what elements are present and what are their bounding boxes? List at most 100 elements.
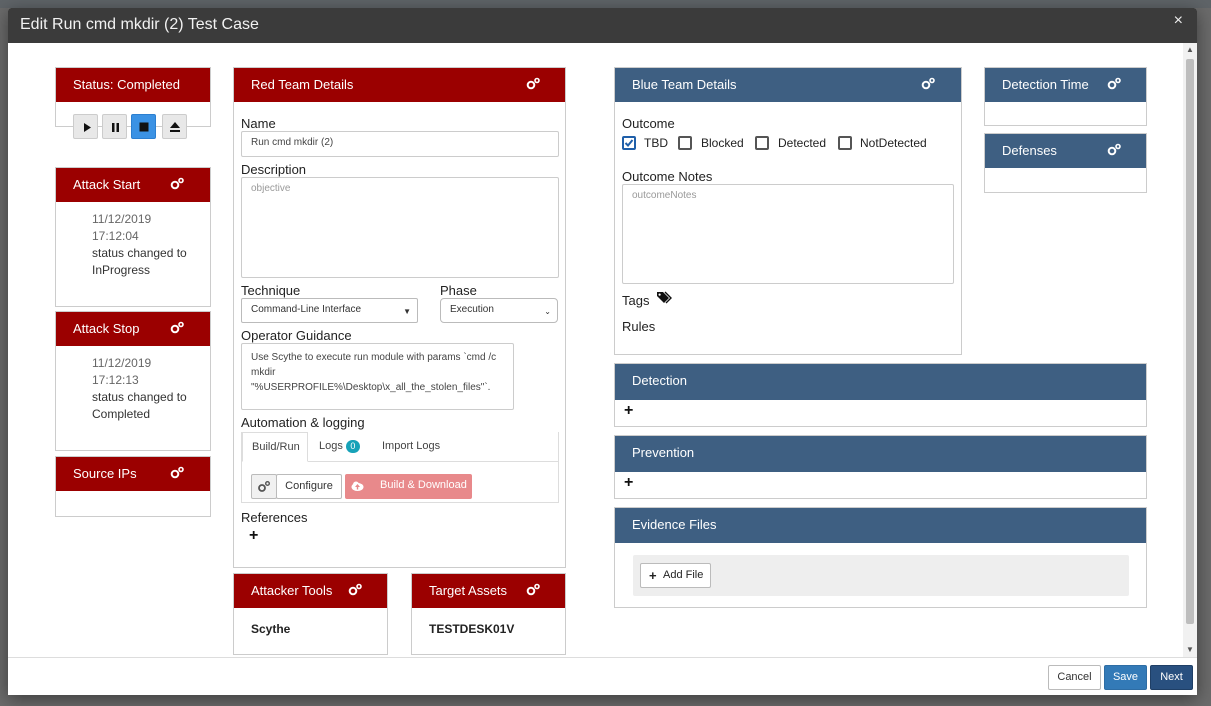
eject-icon xyxy=(170,122,180,132)
gears-icon[interactable] xyxy=(1106,142,1122,158)
phase-value: Execution xyxy=(450,304,494,315)
configure-button[interactable]: Configure xyxy=(276,474,342,499)
close-icon[interactable]: × xyxy=(1174,12,1183,30)
target-asset-value: TESTDESK01V xyxy=(429,622,515,636)
source-ips-panel: Source IPs xyxy=(55,456,211,517)
outcome-notes-label: Outcome Notes xyxy=(622,169,713,184)
defenses-panel: Defenses xyxy=(984,133,1147,193)
detection-title: Detection xyxy=(632,373,687,388)
check-icon xyxy=(624,139,634,147)
pause-button[interactable] xyxy=(102,114,127,139)
prevention-panel: Prevention + xyxy=(614,435,1147,499)
source-ips-header: Source IPs xyxy=(56,457,210,491)
modal-scrollbar[interactable]: ▲ ▼ xyxy=(1183,43,1197,657)
outcome-notdetected-checkbox[interactable] xyxy=(838,136,852,150)
configure-gears-button[interactable] xyxy=(251,474,277,499)
gears-icon[interactable] xyxy=(525,76,541,92)
attack-stop-time: 17:12:13 xyxy=(92,373,139,387)
defenses-title: Defenses xyxy=(1002,143,1057,158)
build-download-label: Build & Download xyxy=(380,479,467,491)
attack-start-date: 11/12/2019 xyxy=(92,212,152,226)
modal-header: Edit Run cmd mkdir (2) Test Case × xyxy=(8,8,1197,43)
build-download-button[interactable]: Build & Download xyxy=(345,474,472,499)
detection-time-title: Detection Time xyxy=(1002,77,1089,92)
add-detection-plus-icon[interactable]: + xyxy=(624,402,633,420)
tab-divider xyxy=(308,461,558,462)
attacker-tools-header: Attacker Tools xyxy=(234,574,387,608)
detection-header: Detection xyxy=(615,364,1146,400)
target-assets-title: Target Assets xyxy=(429,583,508,598)
eject-button[interactable] xyxy=(162,114,187,139)
guidance-label: Operator Guidance xyxy=(241,328,352,343)
outcome-notes-placeholder: outcomeNotes xyxy=(632,190,697,201)
status-header: Status: Completed xyxy=(56,68,210,102)
outcome-notes-textarea[interactable]: outcomeNotes xyxy=(622,184,954,284)
attacker-tools-title: Attacker Tools xyxy=(251,583,333,598)
attack-stop-text: status changed to Completed xyxy=(92,390,187,421)
outcome-label: Outcome xyxy=(622,116,675,131)
play-icon xyxy=(84,123,91,132)
description-textarea[interactable]: objective xyxy=(241,177,559,278)
attack-start-entry: 11/12/2019 17:12:04 status changed to In… xyxy=(92,211,202,279)
gears-icon[interactable] xyxy=(169,176,185,192)
outcome-detected-label: Detected xyxy=(778,136,827,150)
defenses-header: Defenses xyxy=(985,134,1146,168)
add-file-label: Add File xyxy=(663,569,704,581)
blue-team-header: Blue Team Details xyxy=(615,68,961,102)
add-prevention-plus-icon[interactable]: + xyxy=(624,474,633,492)
scroll-up-arrow-icon[interactable]: ▲ xyxy=(1183,43,1197,57)
guidance-textarea[interactable]: Use Scythe to execute run module with pa… xyxy=(241,343,514,410)
modal-title: Edit Run cmd mkdir (2) Test Case xyxy=(20,16,259,33)
play-button[interactable] xyxy=(73,114,98,139)
plus-icon: + xyxy=(649,568,657,583)
description-placeholder: objective xyxy=(251,183,291,194)
add-reference-plus-icon[interactable]: + xyxy=(249,527,258,545)
gears-icon[interactable] xyxy=(169,320,185,336)
scroll-down-arrow-icon[interactable]: ▼ xyxy=(1183,643,1197,657)
technique-value: Command-Line Interface xyxy=(251,304,362,315)
gears-icon[interactable] xyxy=(169,465,185,481)
attack-start-header: Attack Start xyxy=(56,168,210,202)
name-label: Name xyxy=(241,116,276,131)
attack-stop-header: Attack Stop xyxy=(56,312,210,346)
outcome-tbd-checkbox[interactable] xyxy=(622,136,636,150)
chevron-down-icon: ⌄ xyxy=(544,307,551,316)
red-team-title: Red Team Details xyxy=(251,77,354,92)
evidence-dropzone[interactable]: + Add File xyxy=(633,555,1129,596)
next-button[interactable]: Next xyxy=(1150,665,1193,690)
logs-count-badge: 0 xyxy=(345,440,360,453)
phase-select[interactable]: Execution ⌄ xyxy=(440,298,558,323)
stop-icon xyxy=(139,122,149,132)
evidence-header: Evidence Files xyxy=(615,508,1146,543)
gears-icon[interactable] xyxy=(347,582,363,598)
technique-label: Technique xyxy=(241,283,301,298)
cancel-button[interactable]: Cancel xyxy=(1048,665,1101,690)
attacker-tools-panel: Attacker Tools Scythe xyxy=(233,573,388,655)
evidence-title: Evidence Files xyxy=(632,517,717,532)
gears-icon[interactable] xyxy=(525,582,541,598)
scroll-thumb[interactable] xyxy=(1186,59,1194,624)
save-button[interactable]: Save xyxy=(1104,665,1147,690)
name-input[interactable]: Run cmd mkdir (2) xyxy=(241,131,559,157)
red-team-panel: Red Team Details Name Run cmd mkdir (2) … xyxy=(233,67,566,568)
stop-button[interactable] xyxy=(131,114,156,139)
gears-icon[interactable] xyxy=(920,76,936,92)
outcome-detected-checkbox[interactable] xyxy=(755,136,769,150)
rules-label: Rules xyxy=(622,319,656,334)
references-label: References xyxy=(241,510,308,525)
tab-build-run-label: Build/Run xyxy=(252,441,300,453)
technique-select[interactable]: Command-Line Interface ▼ xyxy=(241,298,418,323)
outcome-tbd-label: TBD xyxy=(644,136,668,150)
detection-panel: Detection + xyxy=(614,363,1147,427)
tab-logs[interactable]: Logs 0 xyxy=(319,440,360,453)
add-file-button[interactable]: + Add File xyxy=(640,563,711,588)
evidence-files-panel: Evidence Files + Add File xyxy=(614,507,1147,608)
tags-icon[interactable] xyxy=(656,291,672,305)
gears-icon[interactable] xyxy=(1106,76,1122,92)
outcome-blocked-checkbox[interactable] xyxy=(678,136,692,150)
tab-import-logs[interactable]: Import Logs xyxy=(382,440,440,452)
prevention-header: Prevention xyxy=(615,436,1146,472)
tab-build-run[interactable]: Build/Run xyxy=(242,432,308,462)
attack-start-title: Attack Start xyxy=(73,177,141,192)
gears-icon xyxy=(258,480,270,492)
